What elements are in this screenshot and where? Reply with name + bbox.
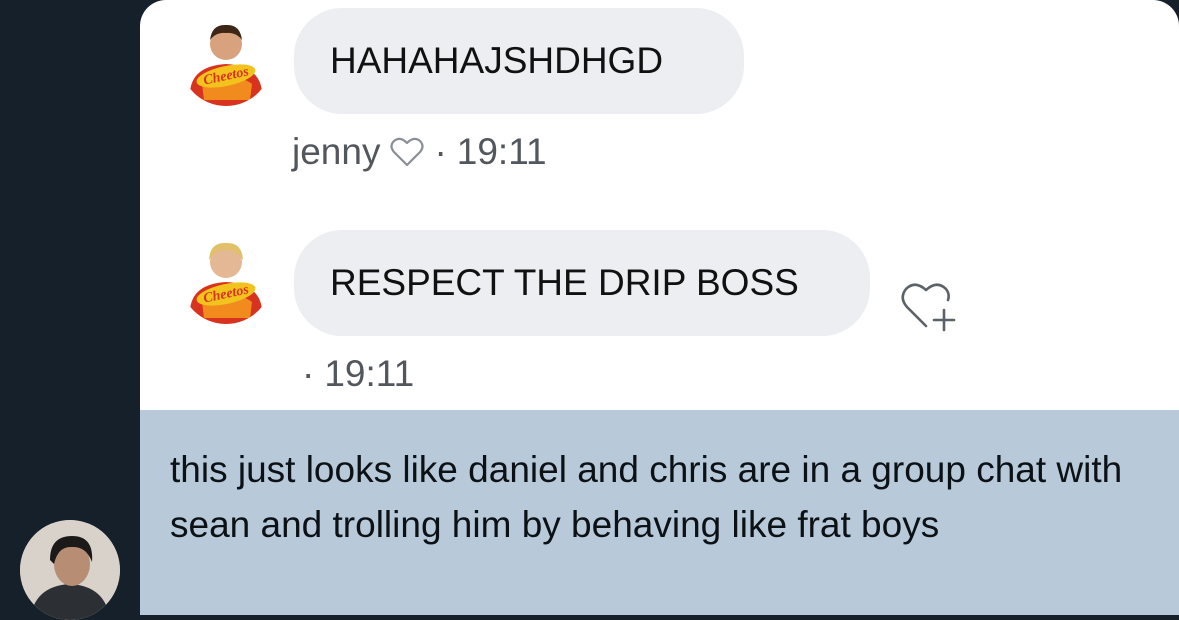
message-time: 19:11 [324, 353, 415, 394]
message-meta: jenny · 19:11 [292, 128, 547, 176]
sender-avatar-jenny[interactable]: Cheetos [180, 14, 272, 106]
meta-separator: · [434, 131, 447, 172]
message-text: HAHAHAJSHDHGD [330, 40, 664, 81]
message-bubble[interactable]: RESPECT THE DRIP BOSS [294, 230, 870, 336]
message-bubble[interactable]: HAHAHAJSHDHGD [294, 8, 744, 114]
message-meta: · 19:11 [292, 350, 414, 398]
chat-card: Cheetos HAHAHAJSHDHGD jenny · 19:11 Chee… [140, 0, 1179, 615]
add-reaction-icon[interactable] [898, 276, 964, 339]
heart-outline-icon[interactable] [390, 136, 425, 168]
meta-separator: · [302, 353, 315, 394]
message-text: RESPECT THE DRIP BOSS [330, 262, 799, 303]
author-name[interactable]: jenny [292, 131, 380, 173]
message-time: 19:11 [456, 131, 547, 172]
reply-text: this just looks like daniel and chris ar… [170, 449, 1123, 545]
replier-avatar[interactable] [20, 520, 120, 620]
sender-avatar[interactable]: Cheetos [180, 232, 272, 324]
